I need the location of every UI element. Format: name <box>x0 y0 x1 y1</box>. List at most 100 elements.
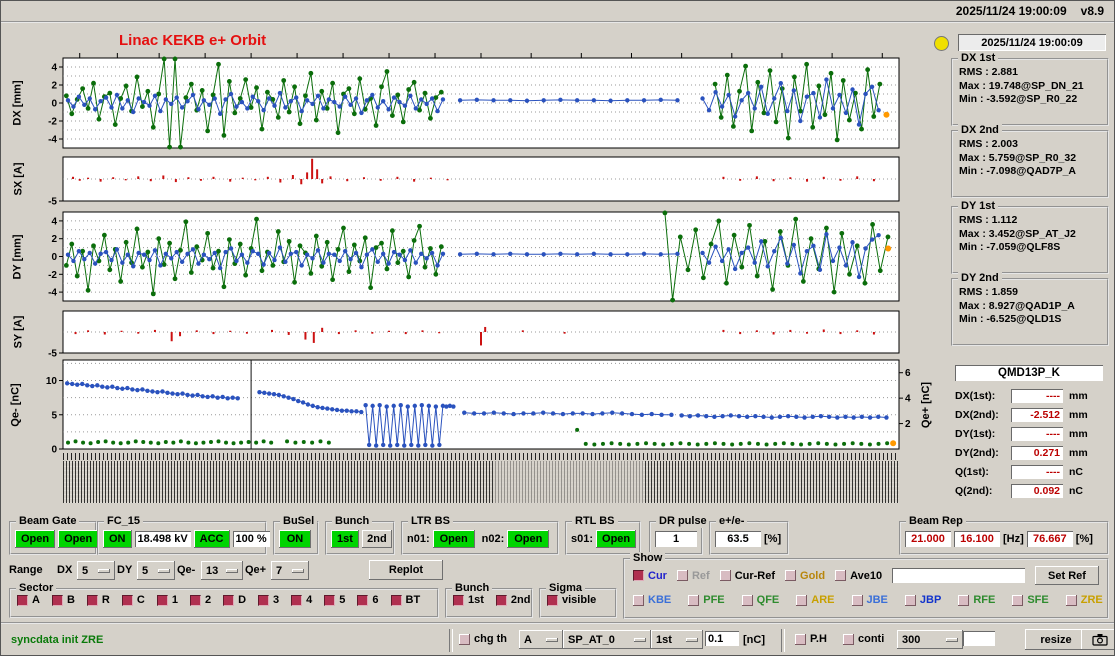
checkbox-box <box>156 594 168 606</box>
sector-a-checkbox[interactable]: A <box>17 594 40 606</box>
beam-gate-open-1-button[interactable]: Open <box>15 530 56 548</box>
sigma-visible-checkbox[interactable]: visible <box>547 594 596 606</box>
checkbox-box <box>86 594 98 606</box>
checkbox-box <box>958 594 970 606</box>
sector-2-checkbox[interactable]: 2 <box>189 594 211 606</box>
svg-text:0: 0 <box>51 252 57 263</box>
svg-text:0: 0 <box>51 99 57 110</box>
sx-steering-plot[interactable]: -5 <box>35 152 937 210</box>
show-ref-checkbox[interactable]: Ref <box>676 570 710 582</box>
range-qe-minus-select[interactable]: 13 <box>201 561 243 580</box>
monitor-select[interactable]: SP_AT_0 <box>563 630 651 649</box>
sector-b-checkbox[interactable]: B <box>51 594 75 606</box>
svg-text:10: 10 <box>46 376 58 387</box>
dx-orbit-plot[interactable]: 4 2 0 -2 -4 <box>35 53 937 157</box>
group-title: Sigma <box>546 582 586 595</box>
screenshot-button[interactable] <box>1081 629 1114 650</box>
show-zre-checkbox[interactable]: ZRE <box>1065 594 1103 606</box>
threshold-unit: [nC] <box>743 634 765 646</box>
show-gold-checkbox[interactable]: Gold <box>785 570 825 582</box>
resize-button[interactable]: resize <box>1025 629 1087 650</box>
sector-c-checkbox[interactable]: C <box>121 594 145 606</box>
sector-group: Sector A B R C 1 2 D 3 4 5 6 BT <box>9 582 439 618</box>
bunch-1st-checkbox[interactable]: 1st <box>453 594 484 606</box>
show-are-checkbox[interactable]: ARE <box>796 594 835 606</box>
show-pfe-checkbox[interactable]: PFE <box>688 594 725 606</box>
rtl-s01-open-button[interactable]: Open <box>596 530 637 548</box>
stat-min: Min : -7.059@QLF8S <box>959 241 1061 253</box>
bpm-sparse-region <box>493 461 643 503</box>
show-ave10-checkbox[interactable]: Ave10 <box>835 570 882 582</box>
show-kbe-checkbox[interactable]: KBE <box>633 594 671 606</box>
range-dx-select[interactable]: 5 <box>77 561 115 580</box>
fc15-acc-button[interactable]: ACC <box>193 530 230 548</box>
busel-on-button[interactable]: ON <box>279 530 311 548</box>
range-qe-plus-select[interactable]: 7 <box>271 561 309 580</box>
chg-th-checkbox[interactable]: chg th <box>459 633 507 645</box>
show-cur-ref-checkbox[interactable]: Cur-Ref <box>719 570 775 582</box>
svg-text:-5: -5 <box>48 197 57 208</box>
show-jbe-checkbox[interactable]: JBE <box>851 594 888 606</box>
timestamp-display: 2025/11/24 19:00:09 <box>958 34 1106 51</box>
bunch-2nd-button[interactable]: 2nd <box>361 530 392 548</box>
show-cur-checkbox[interactable]: Cur <box>633 570 667 582</box>
monitor-name[interactable]: QMD13P_K <box>955 365 1103 381</box>
stat-group-title: DY 2nd <box>958 272 1002 285</box>
group-title: Bunch <box>452 582 493 595</box>
ph-checkbox[interactable]: P.H <box>795 633 827 645</box>
group-title: e+/e- <box>716 515 748 528</box>
ltr-n01-open-button[interactable]: Open <box>432 530 475 548</box>
range-label: Range <box>9 564 43 576</box>
checkbox-box <box>291 594 303 606</box>
checkbox-label: chg th <box>474 633 507 645</box>
count-select[interactable]: 300 <box>897 630 963 649</box>
sector-3-checkbox[interactable]: 3 <box>258 594 279 606</box>
fc15-on-button[interactable]: ON <box>103 530 132 548</box>
sector-1-checkbox[interactable]: 1 <box>156 594 178 606</box>
monitor-row-label: DY(2nd): <box>955 446 999 459</box>
checkbox-label: Gold <box>800 569 826 582</box>
sector-6-checkbox[interactable]: 6 <box>357 594 379 606</box>
checkbox-label: C <box>136 594 145 606</box>
sigma-group: Sigma visible <box>539 582 617 618</box>
bunch-2nd-checkbox[interactable]: 2nd <box>495 594 531 606</box>
sector-bt-checkbox[interactable]: BT <box>390 594 421 606</box>
bunch-select[interactable]: 1st <box>651 630 703 649</box>
checkbox-label: visible <box>562 594 597 606</box>
checkbox-label: 2nd <box>510 594 531 606</box>
ratio-group: e+/e- 63.5 [%] <box>709 515 789 555</box>
beam-rep-pct-unit: [%] <box>1075 533 1093 545</box>
count-extra-input[interactable] <box>963 631 995 646</box>
show-sfe-checkbox[interactable]: SFE <box>1012 594 1049 606</box>
checkbox-label: BT <box>405 594 421 606</box>
replot-button[interactable]: Replot <box>369 560 443 580</box>
sector-r-checkbox[interactable]: R <box>86 594 110 606</box>
sector-d-checkbox[interactable]: D <box>223 594 246 606</box>
monitor-row-value: 0.271 <box>1011 445 1063 460</box>
conti-checkbox[interactable]: conti <box>843 633 884 645</box>
ratio-unit: [%] <box>764 533 782 545</box>
beam-gate-open-2-button[interactable]: Open <box>58 530 99 548</box>
dy-orbit-plot[interactable]: 4 2 0 -2 -4 <box>35 207 937 310</box>
set-ref-button[interactable]: Set Ref <box>1035 566 1099 585</box>
busel-group: BuSel ON <box>273 515 319 555</box>
show-jbp-checkbox[interactable]: JBP <box>904 594 941 606</box>
bunch-1st-button[interactable]: 1st <box>331 530 359 548</box>
svg-text:-2: -2 <box>48 117 57 128</box>
option-menu-glyph <box>946 637 958 642</box>
bpm-tick-marks <box>63 453 899 460</box>
stat-max: Max : 5.759@SP_R0_32 <box>959 151 1077 164</box>
checkbox-label: JBE <box>866 594 888 606</box>
sector-4-checkbox[interactable]: 4 <box>291 594 312 606</box>
ltr-n02-open-button[interactable]: Open <box>507 530 550 548</box>
sy-steering-plot[interactable]: -5 <box>35 306 937 362</box>
ref-name-input[interactable] <box>892 568 1025 583</box>
sector-5-checkbox[interactable]: 5 <box>324 594 345 606</box>
charge-plot[interactable]: 10 5 0 6 4 2 <box>35 355 937 458</box>
sector-select[interactable]: A <box>519 630 563 649</box>
range-dy-select[interactable]: 5 <box>137 561 175 580</box>
show-qfe-checkbox[interactable]: QFE <box>741 594 779 606</box>
show-rfe-checkbox[interactable]: RFE <box>958 594 995 606</box>
option-menu-glyph <box>226 568 238 573</box>
threshold-input[interactable] <box>705 631 739 646</box>
